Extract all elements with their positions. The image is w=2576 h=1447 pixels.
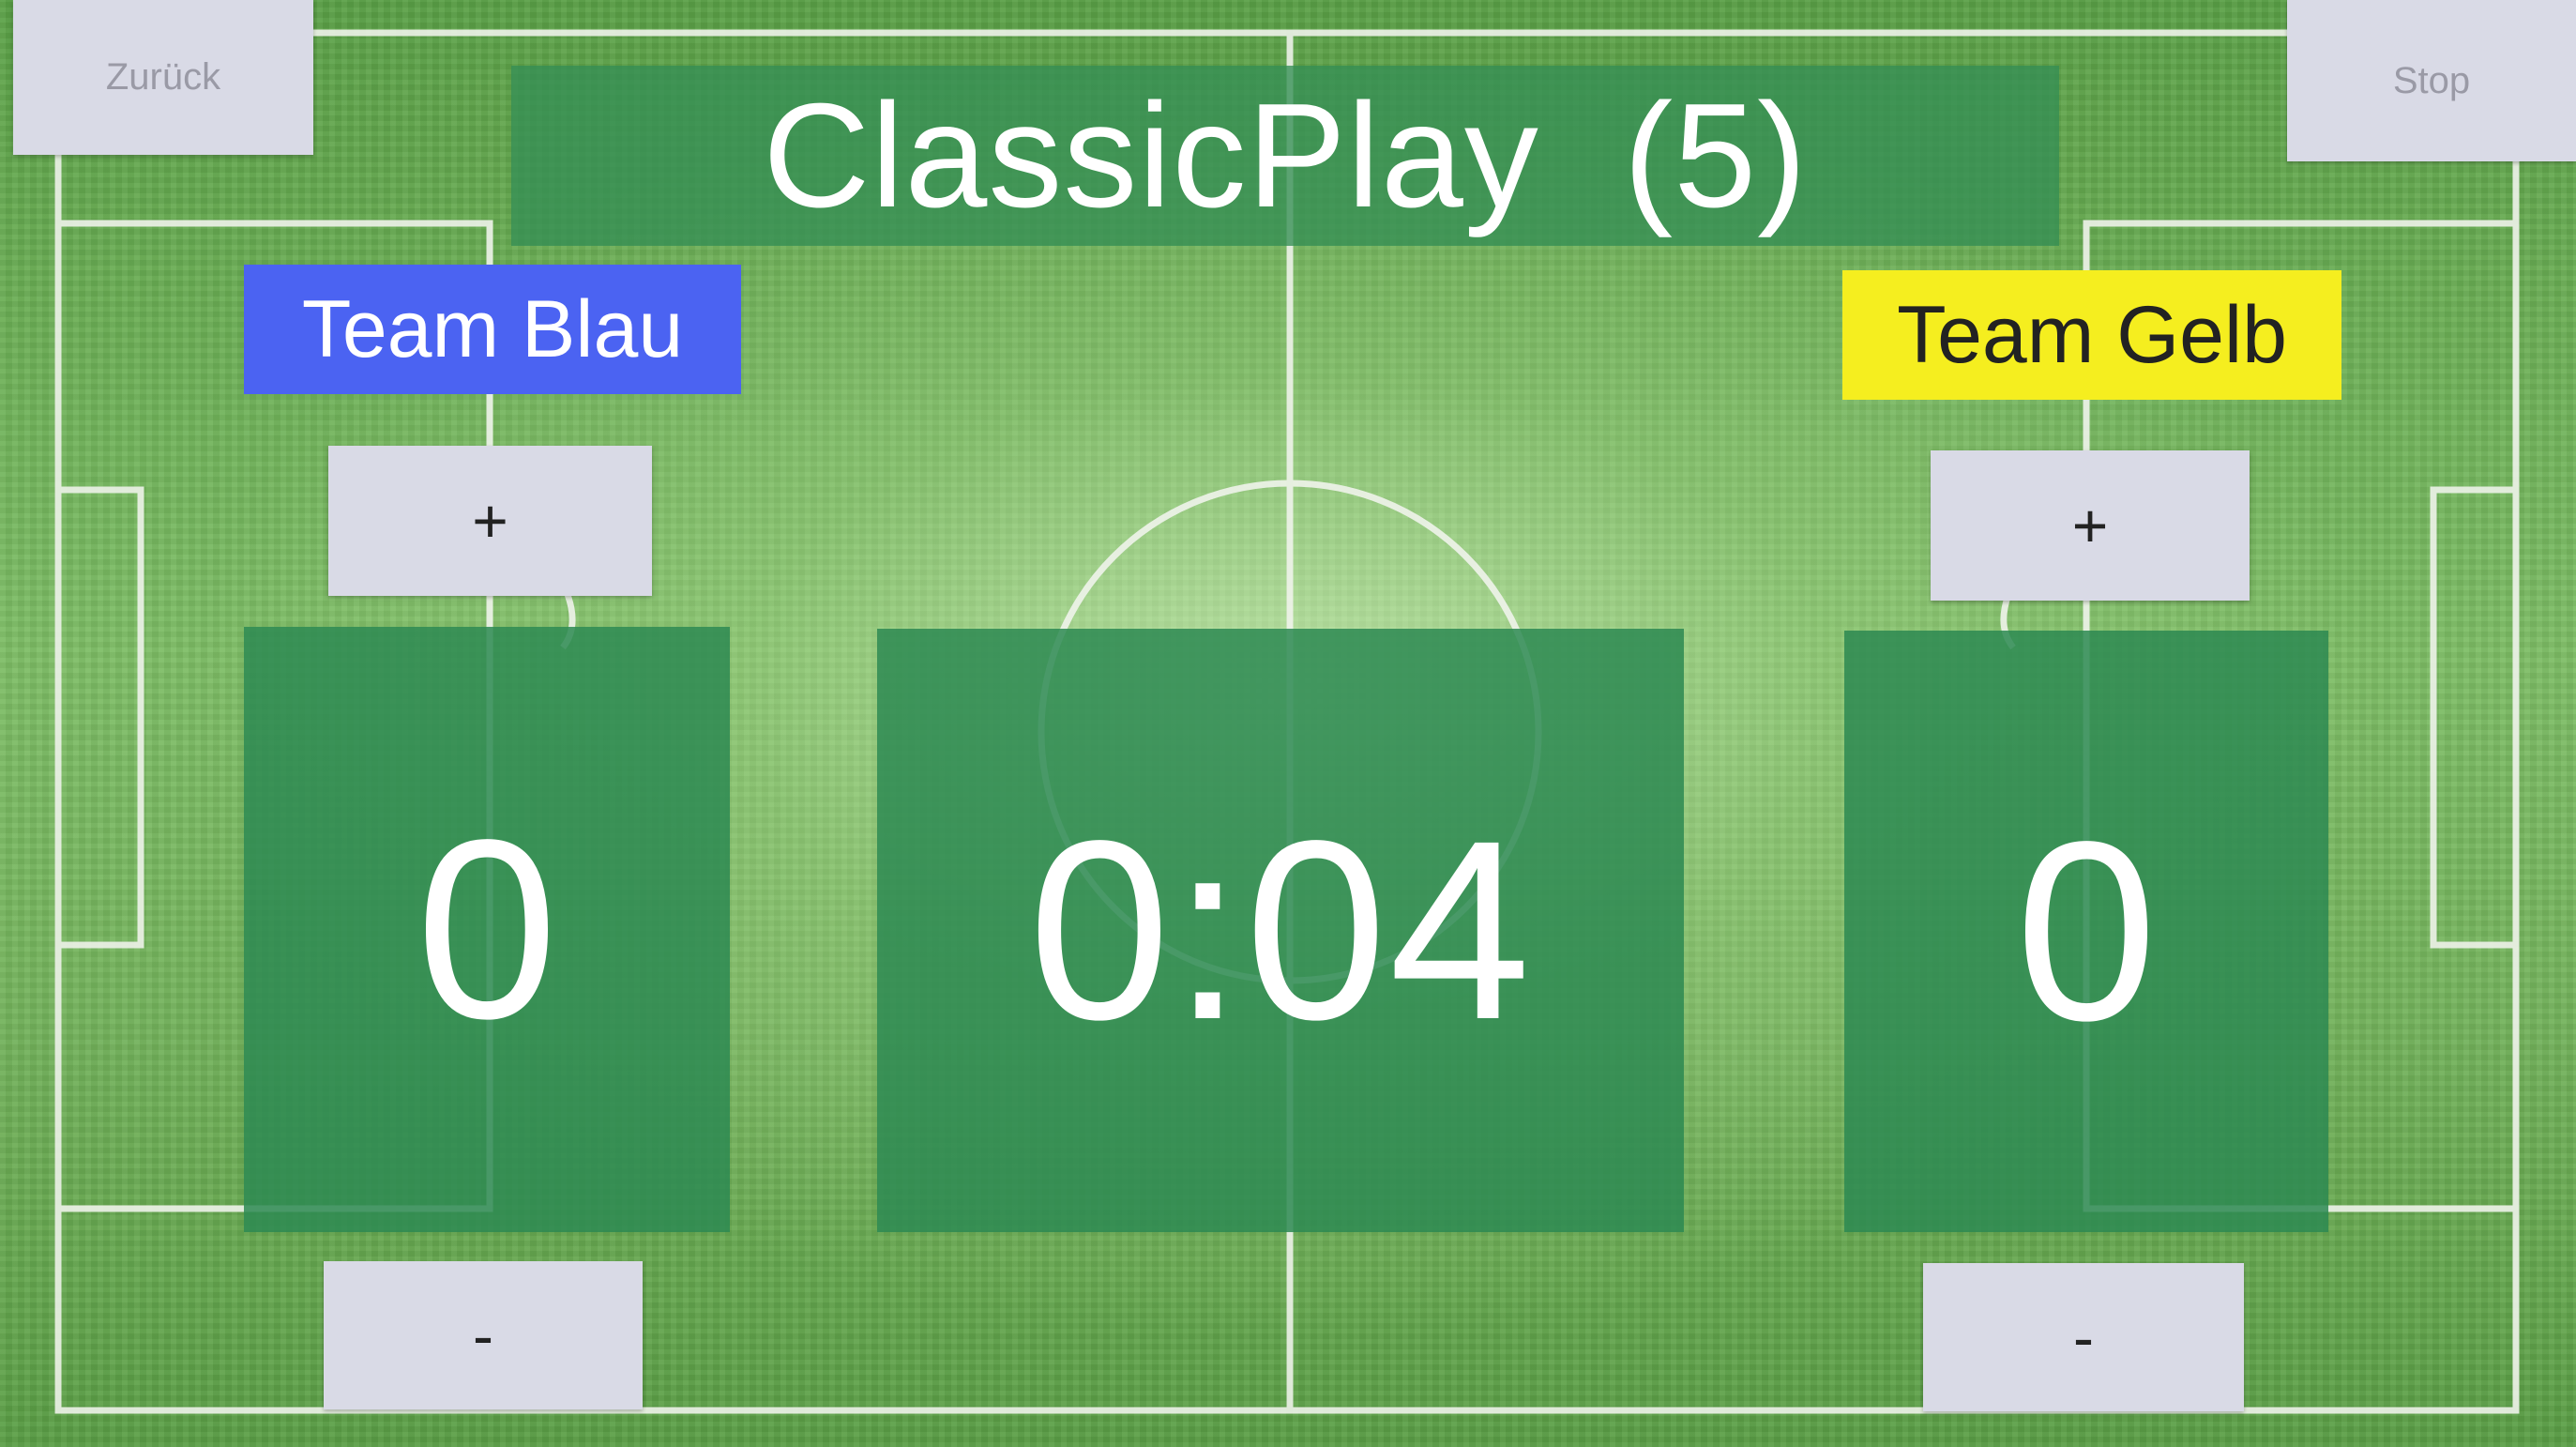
team-left-minus-button[interactable]: - [324,1261,643,1409]
team-right-plus-button[interactable]: + [1931,450,2250,601]
game-title: ClassicPlay (5) [763,72,1808,238]
team-left-plus-button[interactable]: + [328,446,652,596]
team-left-score: 0 [416,786,558,1072]
game-timer: 0:04 [1028,787,1533,1073]
team-left-score-panel: 0 [244,627,730,1232]
team-left-name: Team Blau [244,265,741,394]
back-button[interactable]: Zurück [13,0,313,155]
team-right-score-panel: 0 [1844,631,2328,1232]
team-right-minus-button[interactable]: - [1923,1263,2244,1411]
stop-button[interactable]: Stop [2287,0,2576,161]
title-banner: ClassicPlay (5) [511,66,2059,246]
timer-panel: 0:04 [877,629,1684,1232]
team-right-name: Team Gelb [1842,270,2341,400]
team-right-score: 0 [2015,788,2158,1074]
